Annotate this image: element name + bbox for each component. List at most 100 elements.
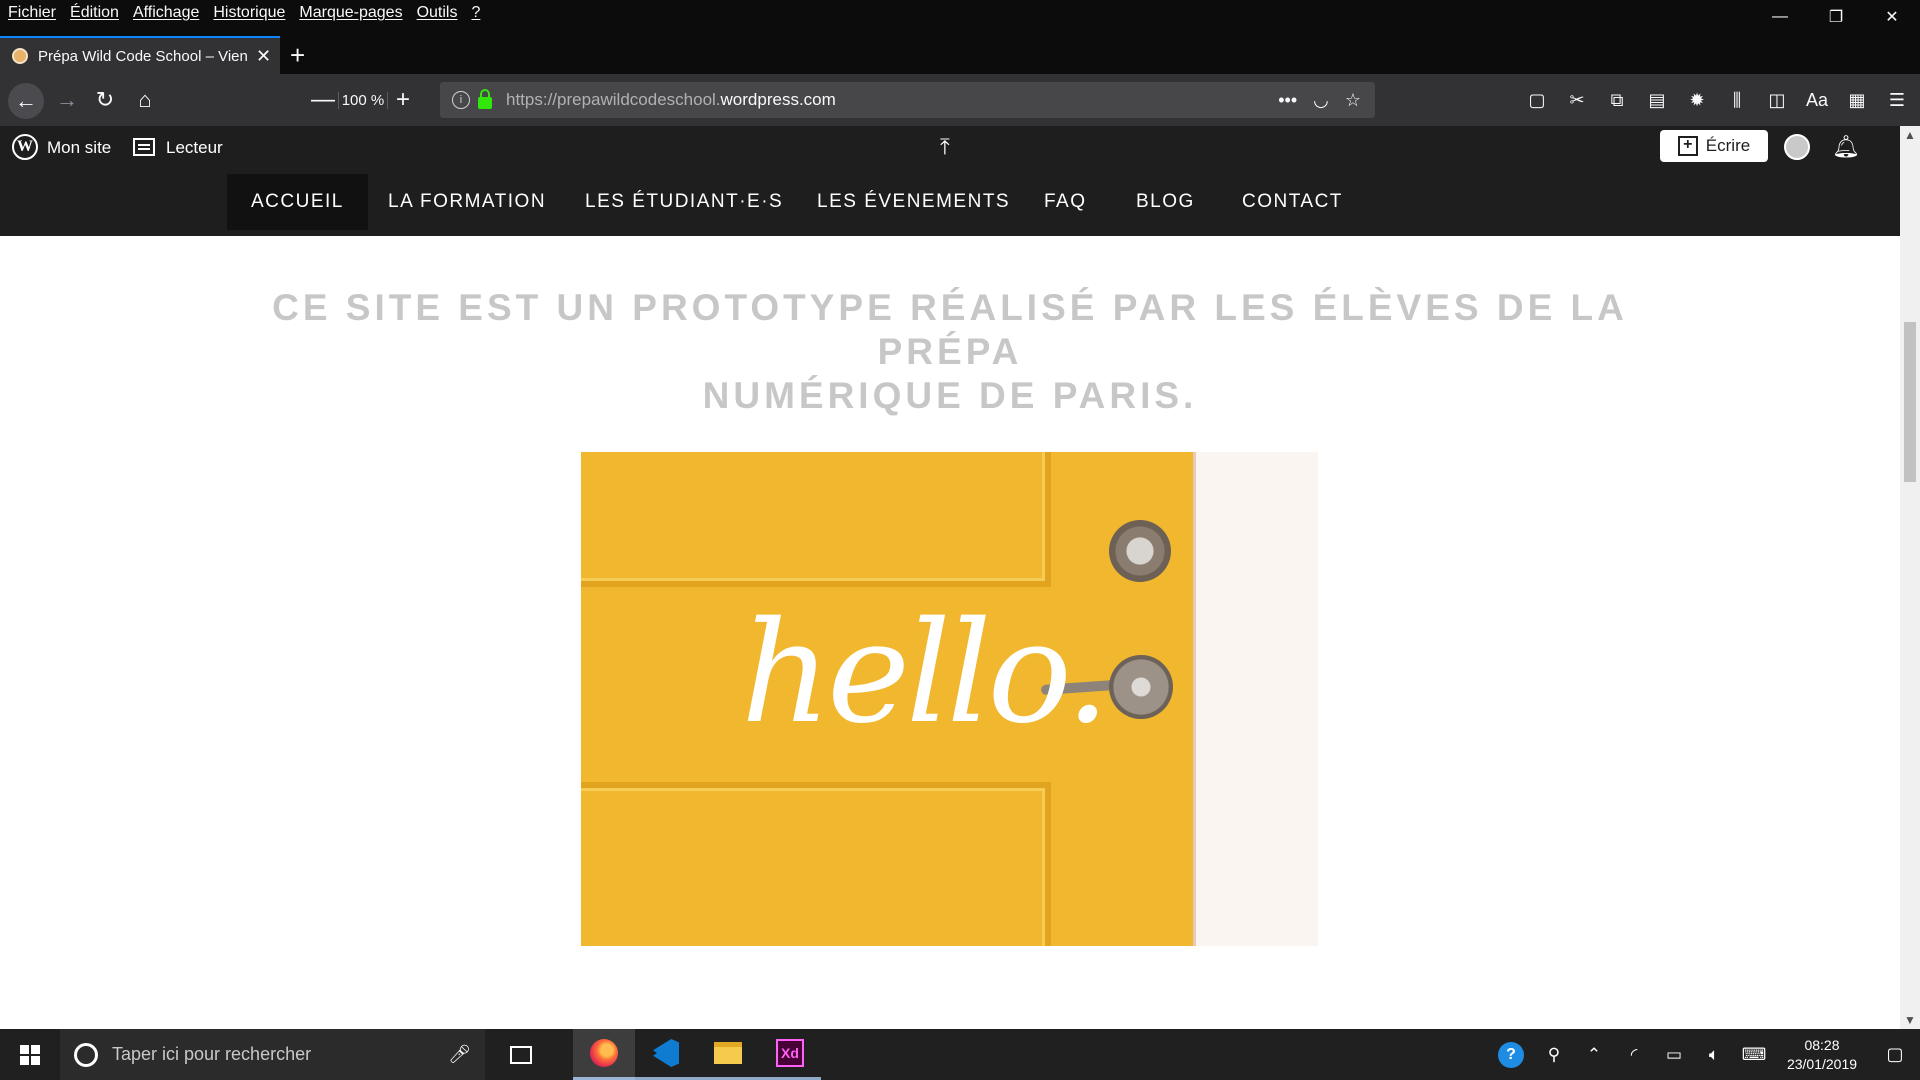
back-button[interactable]: ← [8, 83, 44, 119]
taskbar-app-adobe-xd[interactable]: Xd [759, 1029, 821, 1080]
wordpress-logo-icon[interactable]: W [12, 134, 38, 160]
avatar[interactable] [1784, 134, 1810, 160]
scroll-up-arrow-icon[interactable]: ▲ [1900, 128, 1920, 142]
notifications-bell-icon[interactable]: 🔔︎ [1832, 134, 1860, 160]
home-button[interactable]: ⌂ [128, 83, 162, 117]
menu-fichier[interactable]: Fichier [8, 4, 56, 22]
nav-item-la-formation[interactable]: LA FORMATION [388, 174, 546, 230]
scroll-down-arrow-icon[interactable]: ▼ [1900, 1013, 1920, 1027]
menu-bar: Fichier Édition Affichage Historique Mar… [0, 0, 1920, 26]
folder-icon [714, 1042, 742, 1064]
system-tray: ? ⚲ ⌃ ◜ ▭ 🔈︎ ⌨ 08:28 23/01/2019 ▢ [1488, 1029, 1920, 1080]
cut-icon[interactable]: ✂ [1564, 90, 1590, 111]
site-favicon-icon [12, 48, 28, 64]
url-bar[interactable]: i https://prepawildcodeschool. wordpress… [440, 82, 1375, 118]
clock-date: 23/01/2019 [1786, 1055, 1858, 1072]
url-domain: wordpress.com [720, 90, 836, 109]
new-tab-button[interactable]: + [290, 40, 305, 71]
door-panel-top [581, 452, 1051, 587]
reader-icon[interactable] [133, 138, 155, 156]
menu-historique[interactable]: Historique [213, 4, 285, 22]
minimize-button[interactable]: — [1752, 0, 1808, 34]
nav-item-les-etudiants[interactable]: LES ÉTUDIANT·E·S [585, 174, 783, 230]
screenshot-icon[interactable]: ▢ [1524, 90, 1550, 111]
menu-outils[interactable]: Outils [417, 4, 458, 22]
taskbar-app-firefox[interactable] [573, 1029, 635, 1080]
windows-start-icon[interactable] [20, 1045, 40, 1065]
page-actions-icon[interactable]: ••• [1278, 90, 1297, 111]
tab-close-icon[interactable]: ✕ [256, 46, 271, 67]
taskbar-app-vscode[interactable] [635, 1029, 697, 1080]
page-scrollbar[interactable]: ▲ ▼ [1900, 126, 1920, 1029]
tab-strip: Prépa Wild Code School – Vien ✕ + [0, 36, 1920, 74]
hamburger-menu-icon[interactable]: ☰ [1884, 90, 1910, 111]
site-info-icon[interactable]: i [452, 91, 470, 109]
sidebar-icon[interactable]: ◫ [1764, 90, 1790, 111]
zoom-controls: — 100 % + [308, 83, 418, 117]
tray-chevron-up-icon[interactable]: ⌃ [1574, 1045, 1614, 1065]
action-center-icon[interactable]: ▢ [1870, 1044, 1920, 1065]
nav-item-contact[interactable]: CONTACT [1242, 174, 1343, 230]
microphone-icon[interactable]: 🎤︎ [448, 1044, 471, 1065]
restore-button[interactable]: ❐ [1808, 0, 1864, 34]
taskbar-app-file-explorer[interactable] [697, 1029, 759, 1080]
cortana-icon[interactable] [74, 1042, 98, 1067]
collapse-up-icon[interactable]: ⤒ [940, 134, 950, 160]
close-window-button[interactable]: ✕ [1864, 0, 1920, 34]
site-navigation: ACCUEIL LA FORMATION LES ÉTUDIANT·E·S LE… [0, 168, 1900, 236]
reload-button[interactable]: ↻ [88, 83, 122, 117]
menu-edition[interactable]: Édition [70, 4, 119, 22]
clipboard-icon[interactable]: ▤ [1644, 90, 1670, 111]
battery-icon[interactable]: ▭ [1654, 1045, 1694, 1065]
forward-button[interactable]: → [50, 83, 84, 117]
copy-icon[interactable]: ⧉ [1604, 90, 1630, 111]
tagline-line-1: CE SITE EST UN PROTOTYPE RÉALISÉ PAR LES… [272, 287, 1628, 372]
keyboard-icon[interactable]: ⌨ [1734, 1045, 1774, 1065]
library-icon[interactable]: ⫼ [1724, 90, 1750, 111]
secure-lock-icon[interactable] [478, 89, 492, 109]
extension-icon[interactable]: ▦ [1844, 90, 1870, 111]
taskbar-search[interactable]: Taper ici pour rechercher 🎤︎ [60, 1029, 485, 1080]
clock-time: 08:28 [1804, 1036, 1840, 1053]
wifi-icon[interactable]: ◜ [1614, 1045, 1654, 1065]
zoom-out-button[interactable]: — [308, 86, 338, 114]
adobe-xd-icon: Xd [776, 1039, 804, 1067]
nav-item-les-evenements[interactable]: LES ÉVENEMENTS [817, 174, 1010, 230]
write-label: Écrire [1705, 136, 1751, 155]
font-aa-icon[interactable]: Aa [1804, 90, 1830, 111]
zoom-level[interactable]: 100 % [338, 91, 388, 109]
pocket-icon[interactable]: ◡ [1313, 90, 1329, 111]
url-actions: ••• ◡ ☆ [1278, 90, 1361, 111]
my-site-link[interactable]: Mon site [47, 138, 111, 158]
url-prefix: https://prepawildcodeschool. [506, 90, 721, 109]
web-content: W Mon site Lecteur ⤒ + Écrire 🔔︎ ACCUEIL… [0, 126, 1900, 1029]
settings-gear-icon[interactable]: ✹ [1684, 90, 1710, 111]
people-icon[interactable]: ⚲ [1534, 1045, 1574, 1065]
window-controls: — ❐ ✕ [1752, 0, 1920, 34]
scrollbar-thumb[interactable] [1904, 322, 1916, 482]
volume-icon[interactable]: 🔈︎ [1694, 1045, 1734, 1065]
door-knob-icon [1109, 655, 1173, 719]
reader-link[interactable]: Lecteur [166, 138, 223, 158]
nav-item-accueil[interactable]: ACCUEIL [227, 174, 368, 230]
toolbar-icons: ▢ ✂ ⧉ ▤ ✹ ⫼ ◫ Aa ▦ ☰ [1524, 83, 1910, 117]
menu-help[interactable]: ? [471, 4, 480, 22]
new-post-icon: + [1677, 136, 1698, 156]
menu-affichage[interactable]: Affichage [133, 4, 199, 22]
zoom-in-button[interactable]: + [388, 86, 418, 114]
door-panel-bottom [581, 782, 1051, 946]
nav-item-faq[interactable]: FAQ [1044, 174, 1087, 230]
bookmark-star-icon[interactable]: ☆ [1345, 90, 1361, 111]
task-view-button[interactable] [490, 1029, 552, 1080]
tagline-line-2: NUMÉRIQUE DE PARIS. [702, 375, 1198, 416]
clock[interactable]: 08:28 23/01/2019 [1774, 1036, 1870, 1074]
windows-taskbar: Taper ici pour rechercher 🎤︎ Xd ? ⚲ ⌃ ◜ … [0, 1029, 1920, 1080]
nav-item-blog[interactable]: BLOG [1136, 174, 1195, 230]
help-icon[interactable]: ? [1498, 1041, 1524, 1068]
firefox-icon [590, 1039, 618, 1067]
menu-marque-pages[interactable]: Marque-pages [299, 4, 402, 22]
tab-title: Prépa Wild Code School – Vien [38, 47, 248, 65]
tab-active[interactable]: Prépa Wild Code School – Vien ✕ [0, 36, 280, 74]
door-frame [1196, 452, 1318, 946]
write-button[interactable]: + Écrire [1660, 130, 1768, 162]
